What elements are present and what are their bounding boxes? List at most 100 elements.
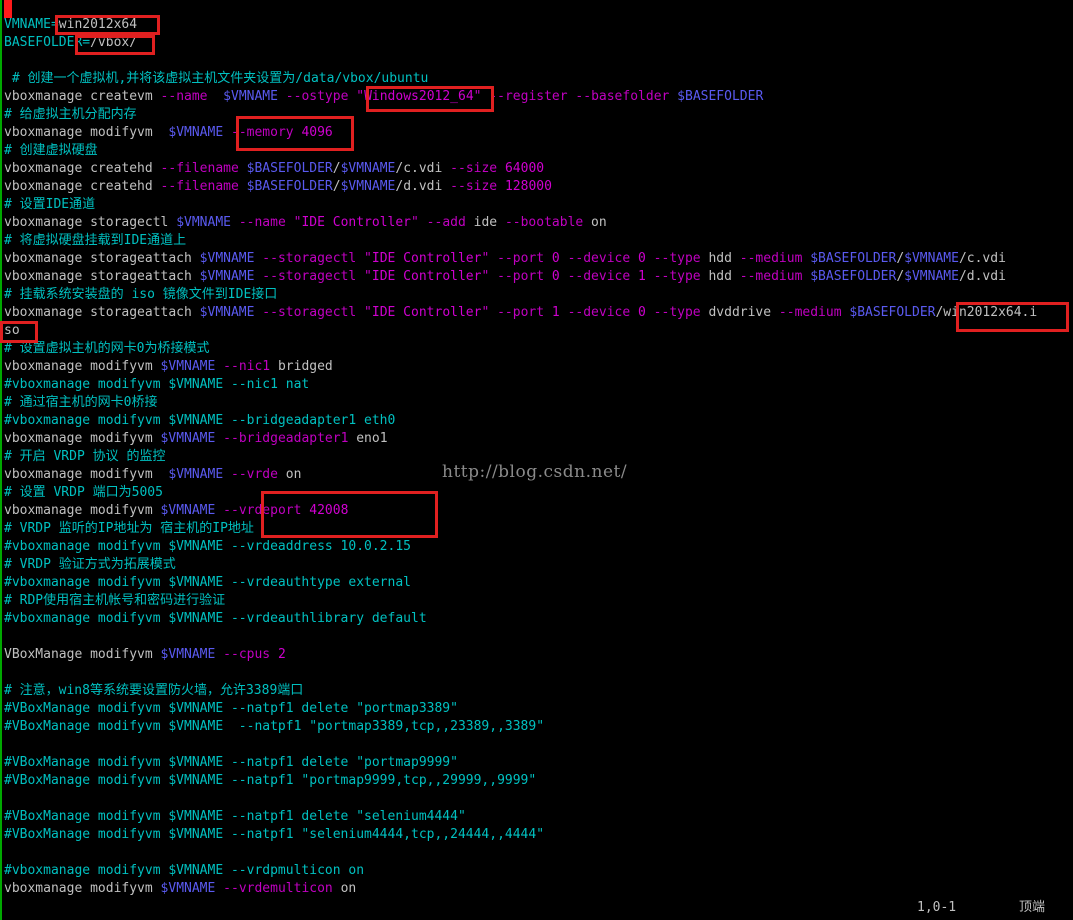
terminal-window[interactable]: VMNAME=win2012x64 BASEFOLDER=/vbox/ # 创建一… xyxy=(0,0,1073,920)
line-segment: --vrdemulticon xyxy=(223,881,333,896)
status-scroll: 顶端 xyxy=(1019,900,1046,915)
line-segment xyxy=(497,179,505,194)
line-segment: " xyxy=(481,251,498,266)
terminal-line: vboxmanage storageattach $VMNAME --stora… xyxy=(4,304,1037,322)
line-segment: IDE Controller xyxy=(371,269,482,284)
line-segment: $VMNAME xyxy=(340,161,396,176)
line-segment: vboxmanage createvm xyxy=(4,89,161,104)
highlight-box-memory xyxy=(236,116,354,151)
line-segment: " xyxy=(481,305,498,320)
terminal-line: # VRDP 验证方式为拓展模式 xyxy=(4,556,176,574)
line-segment: # RDP使用宿主机帐号和密码进行验证 xyxy=(4,593,226,608)
left-margin-bar xyxy=(0,0,2,920)
line-segment: vboxmanage modifyvm xyxy=(4,431,161,446)
line-segment: $BASEFOLDER xyxy=(246,161,333,176)
line-segment: #vboxmanage modifyvm $VMNAME --vrdeaddre… xyxy=(4,539,411,554)
terminal-line: vboxmanage createhd --filename $BASEFOLD… xyxy=(4,178,552,196)
line-segment: --name xyxy=(160,89,208,104)
line-segment: #vboxmanage modifyvm $VMNAME --vrdeauthl… xyxy=(4,611,427,626)
line-segment xyxy=(215,647,223,662)
line-segment: --medium xyxy=(739,251,803,266)
line-segment xyxy=(544,269,552,284)
line-segment: IDE Controller xyxy=(371,305,482,320)
line-segment: " xyxy=(285,215,302,230)
line-segment: --register xyxy=(489,89,568,104)
line-segment: --add xyxy=(426,215,466,230)
line-segment: # 将虚拟硬盘挂载到IDE通道上 xyxy=(4,233,187,248)
watermark-url: http://blog.csdn.net/ xyxy=(442,462,628,482)
terminal-line: #VBoxManage modifyvm $VMNAME --natpf1 de… xyxy=(4,808,466,826)
line-segment: / xyxy=(332,179,341,194)
line-segment: $VMNAME xyxy=(904,269,959,284)
terminal-line: # 给虚拟主机分配内存 xyxy=(4,106,137,124)
line-segment: on xyxy=(277,467,302,482)
line-segment: #vboxmanage modifyvm $VMNAME --bridgeada… xyxy=(4,413,396,428)
line-segment: --medium xyxy=(778,305,842,320)
line-segment: # 设置 VRDP 端口为5005 xyxy=(4,485,163,500)
terminal-line: # 设置 VRDP 端口为5005 xyxy=(4,484,163,502)
line-segment xyxy=(497,161,505,176)
line-segment: $BASEFOLDER xyxy=(246,179,333,194)
line-segment: IDE Controller xyxy=(371,251,482,266)
line-segment: VBoxManage modifyvm xyxy=(4,647,161,662)
line-segment xyxy=(208,89,224,104)
terminal-line: # RDP使用宿主机帐号和密码进行验证 xyxy=(4,592,225,610)
line-segment: --size xyxy=(450,179,498,194)
line-segment: " xyxy=(481,269,498,284)
line-segment: bridged xyxy=(270,359,333,374)
highlight-box-iso-wrap xyxy=(0,321,38,343)
line-segment: --port xyxy=(497,269,545,284)
line-segment: 1 xyxy=(551,305,560,320)
terminal-line: #vboxmanage modifyvm $VMNAME --vrdeautht… xyxy=(4,574,411,592)
line-segment: #vboxmanage modifyvm $VMNAME --vrdpmulti… xyxy=(4,863,365,878)
line-segment: $VMNAME xyxy=(160,359,216,374)
line-segment: $VMNAME xyxy=(168,467,224,482)
line-segment xyxy=(669,89,677,104)
terminal-line: vboxmanage storagectl $VMNAME --name "ID… xyxy=(4,214,607,232)
line-segment: vboxmanage modifyvm xyxy=(4,125,169,140)
line-segment: " xyxy=(356,251,372,266)
line-segment: / xyxy=(896,269,905,284)
highlight-box-basefolder xyxy=(75,35,155,55)
terminal-line: vboxmanage storageattach $VMNAME --stora… xyxy=(4,268,1006,286)
line-segment: $VMNAME xyxy=(160,431,216,446)
line-segment: vboxmanage storageattach xyxy=(4,251,200,266)
line-segment: / xyxy=(332,161,341,176)
line-segment: $VMNAME xyxy=(199,305,255,320)
line-segment: 1 xyxy=(638,269,646,284)
line-segment: " xyxy=(348,89,365,104)
line-segment: on xyxy=(583,215,607,230)
highlight-box-ostype xyxy=(366,86,494,112)
line-segment: #vboxmanage modifyvm $VMNAME --vrdeautht… xyxy=(4,575,411,590)
line-segment: #VBoxManage modifyvm $VMNAME --natpf1 de… xyxy=(4,755,458,770)
terminal-line: #vboxmanage modifyvm $VMNAME --bridgeada… xyxy=(4,412,395,430)
line-segment: --device xyxy=(567,251,631,266)
terminal-line: vboxmanage modifyvm $VMNAME --nic1 bridg… xyxy=(4,358,333,376)
line-segment: # 给虚拟主机分配内存 xyxy=(4,107,137,122)
line-segment xyxy=(215,431,223,446)
line-segment: vboxmanage createhd xyxy=(4,161,161,176)
line-segment: vboxmanage modifyvm xyxy=(4,503,161,518)
line-segment: dvddrive xyxy=(700,305,779,320)
line-segment: vboxmanage storageattach xyxy=(4,305,200,320)
line-segment: $VMNAME xyxy=(160,881,216,896)
line-segment: --name xyxy=(238,215,286,230)
line-segment xyxy=(630,305,638,320)
line-segment: # 创建一个虚拟机,并将该虚拟主机文件夹设置为/data/vbox/ubuntu xyxy=(4,71,429,86)
line-segment: --size xyxy=(450,161,498,176)
line-segment: $BASEFOLDER xyxy=(810,251,897,266)
terminal-line: # 将虚拟硬盘挂载到IDE通道上 xyxy=(4,232,186,250)
line-segment: " xyxy=(411,215,427,230)
terminal-line: vboxmanage modifyvm $VMNAME --vrdemultic… xyxy=(4,880,356,898)
terminal-line: #VBoxManage modifyvm $VMNAME --natpf1 de… xyxy=(4,754,458,772)
line-segment: #VBoxManage modifyvm $VMNAME --natpf1 "p… xyxy=(4,719,545,734)
terminal-line: vboxmanage modifyvm $VMNAME --bridgeadap… xyxy=(4,430,388,448)
terminal-line: vboxmanage storageattach $VMNAME --stora… xyxy=(4,250,1006,268)
line-segment: /d.vdi xyxy=(958,269,1006,284)
line-segment xyxy=(544,305,552,320)
terminal-line: #VBoxManage modifyvm $VMNAME --natpf1 "p… xyxy=(4,772,536,790)
terminal-line: vboxmanage modifyvm $VMNAME --vrde on xyxy=(4,466,301,484)
line-segment: --storagectl xyxy=(262,251,357,266)
line-segment: --medium xyxy=(739,269,803,284)
line-segment: --port xyxy=(497,305,545,320)
